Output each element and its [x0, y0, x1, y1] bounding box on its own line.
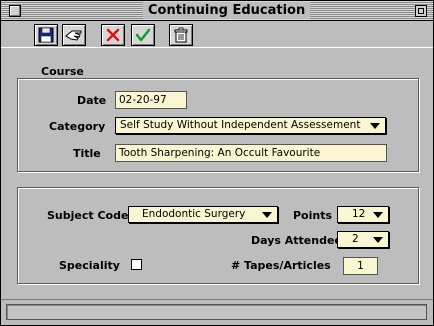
days-attended-select[interactable]: 2 [337, 231, 389, 248]
points-select[interactable]: 12 [337, 206, 389, 223]
red-x-icon [106, 28, 120, 42]
zoom-box[interactable] [415, 5, 427, 17]
ok-button[interactable] [131, 24, 155, 46]
window-title: Continuing Education [143, 2, 311, 19]
date-label: Date [77, 94, 107, 107]
tapes-articles-label: # Tapes/Articles [231, 259, 331, 272]
title-field[interactable]: Tooth Sharpening: An Occult Favourite [115, 144, 387, 162]
points-value: 12 [352, 208, 366, 220]
chevron-down-icon [373, 212, 383, 218]
edit-button[interactable] [62, 24, 86, 46]
status-bar [6, 304, 427, 320]
save-button[interactable] [34, 24, 58, 46]
category-label: Category [49, 120, 106, 133]
date-field[interactable]: 02-20-97 [115, 91, 187, 109]
subject-code-value: Endodontic Surgery [142, 208, 246, 220]
chevron-down-icon [373, 237, 383, 243]
chevron-down-icon [262, 212, 272, 218]
speciality-label: Speciality [59, 259, 120, 272]
category-select[interactable]: Self Study Without Independent Assesseme… [115, 117, 386, 134]
title-bar[interactable]: Continuing Education [1, 1, 433, 21]
chevron-down-icon [370, 123, 380, 129]
trash-button[interactable] [169, 24, 193, 46]
toolbar-divider [1, 47, 433, 48]
title-label: Title [73, 147, 101, 160]
trash-can-icon [174, 27, 188, 43]
points-label: Points [293, 209, 333, 222]
continuing-education-window: Continuing Education Course Date 02-20-9… [0, 0, 434, 326]
subject-code-label: Subject Code [47, 209, 129, 222]
delete-button[interactable] [101, 24, 125, 46]
days-attended-value: 2 [352, 233, 359, 245]
green-check-icon [135, 28, 151, 42]
course-heading: Course [41, 65, 84, 78]
tapes-articles-field[interactable]: 1 [343, 257, 378, 275]
speciality-checkbox[interactable] [131, 259, 142, 270]
subject-code-select[interactable]: Endodontic Surgery [128, 206, 278, 223]
days-attended-label: Days Attended [251, 234, 343, 247]
hand-pointer-icon [65, 30, 82, 41]
close-box[interactable] [9, 5, 21, 17]
status-divider [1, 299, 433, 300]
floppy-disk-icon [38, 27, 54, 43]
category-value: Self Study Without Independent Assesseme… [120, 119, 361, 131]
